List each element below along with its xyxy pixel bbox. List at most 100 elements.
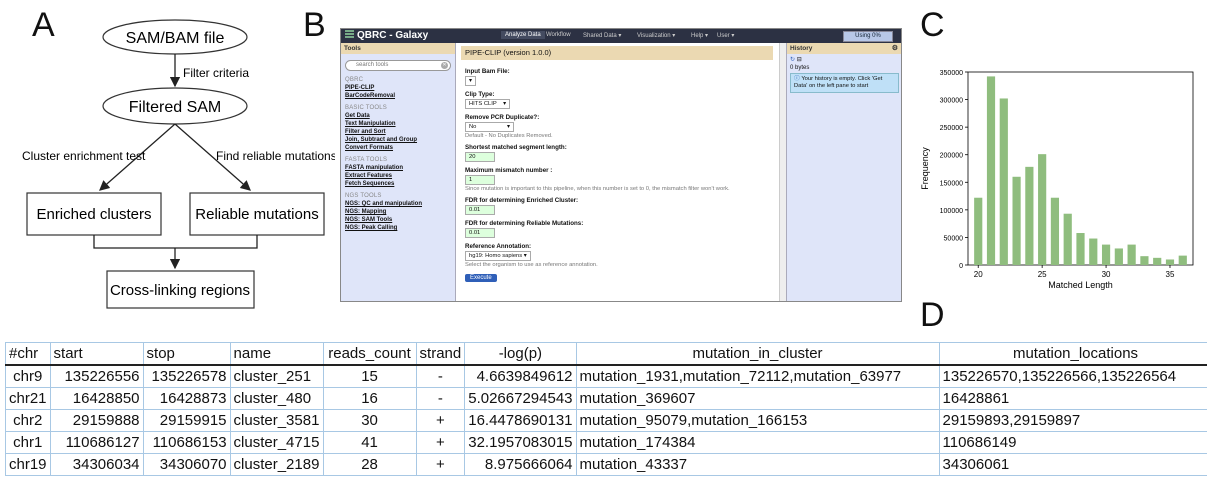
histogram-bar xyxy=(1127,244,1136,265)
table-cell: + xyxy=(415,431,466,454)
nav-workflow[interactable]: Workflow xyxy=(546,32,571,38)
table-cell: mutation_1931,mutation_72112,mutation_63… xyxy=(575,364,940,388)
table-cell: cluster_251 xyxy=(229,364,324,388)
node-reliable: Reliable mutations xyxy=(189,192,325,236)
x-tick-label: 30 xyxy=(1102,270,1111,279)
table-cell: - xyxy=(415,387,466,410)
tool-link[interactable]: Get Data xyxy=(345,112,455,120)
y-tick-label: 150000 xyxy=(940,180,963,187)
tool-link[interactable]: Fetch Sequences xyxy=(345,180,455,188)
table-cell: - xyxy=(415,364,466,388)
table-cell: 5.02667294543 xyxy=(464,387,577,410)
tool-link[interactable]: Text Manipulation xyxy=(345,120,455,128)
tool-form: PIPE-CLIP (version 1.0.0) Input Bam File… xyxy=(461,43,773,301)
input-bam-select[interactable]: ▾ xyxy=(465,76,476,86)
x-tick-label: 35 xyxy=(1166,270,1175,279)
histogram-bar xyxy=(1089,238,1098,265)
node-input: SAM/BAM file xyxy=(102,19,248,55)
tool-link[interactable]: Join, Subtract and Group xyxy=(345,136,455,144)
flowchart: SAM/BAM file Filter criteria Filtered SA… xyxy=(22,19,335,309)
table-cell: 8.975666064 xyxy=(464,453,577,476)
tool-search-input[interactable]: search tools ✕ xyxy=(345,60,451,71)
nav-shared-data[interactable]: Shared Data ▾ xyxy=(583,32,621,39)
histogram-bar xyxy=(1012,176,1021,265)
collapse-icon[interactable]: ⊟ xyxy=(797,57,802,63)
table-cell: 29159893,29159897 xyxy=(938,409,1207,432)
node-filtered-label: Filtered SAM xyxy=(129,99,221,116)
node-enriched: Enriched clusters xyxy=(26,192,162,236)
column-header: reads_count xyxy=(322,342,417,366)
scrollbar[interactable] xyxy=(779,43,786,301)
segment-length-input[interactable]: 20 xyxy=(465,152,495,162)
tool-title: PIPE-CLIP (version 1.0.0) xyxy=(461,46,773,60)
galaxy-masthead: QBRC - Galaxy Analyze Data Workflow Shar… xyxy=(341,29,901,43)
galaxy-logo-icon xyxy=(345,30,354,39)
mismatch-label: Maximum mismatch number : xyxy=(465,167,553,174)
table-cell: 110686153 xyxy=(142,431,231,454)
fdr-mutation-input[interactable]: 0.01 xyxy=(465,228,495,238)
nav-analyze-data[interactable]: Analyze Data xyxy=(501,31,545,39)
table-cell: 29159915 xyxy=(142,409,231,432)
y-tick-label: 0 xyxy=(959,263,963,270)
panel-label-c: C xyxy=(920,6,945,44)
tool-link[interactable]: Filter and Sort xyxy=(345,128,455,136)
execute-button[interactable]: Execute xyxy=(465,274,497,282)
nav-visualization[interactable]: Visualization ▾ xyxy=(637,32,675,39)
history-panel: History ⚙ ↻ ⊟ 0 bytes ⓘ Your history is e… xyxy=(786,43,901,301)
galaxy-logo[interactable]: QBRC - Galaxy xyxy=(345,30,428,41)
tool-link[interactable]: FASTA manipulation xyxy=(345,164,455,172)
table-cell: chr19 xyxy=(5,453,51,476)
tool-link[interactable]: Extract Features xyxy=(345,172,455,180)
history-empty-message: ⓘ Your history is empty. Click 'Get Data… xyxy=(790,73,899,93)
table-cell: cluster_2189 xyxy=(229,453,324,476)
nav-help[interactable]: Help ▾ xyxy=(691,32,708,39)
table-cell: chr1 xyxy=(5,431,51,454)
results-table: #chr start stop name reads_count strand -log(p… xyxy=(5,342,1207,476)
column-header: #chr xyxy=(5,342,51,366)
table-cell: 32.1957083015 xyxy=(464,431,577,454)
panel-label-d: D xyxy=(920,296,945,334)
x-tick-label: 25 xyxy=(1038,270,1047,279)
table-cell: 34306061 xyxy=(938,453,1207,476)
usage-meter: Using 0% xyxy=(843,31,893,42)
refresh-icon[interactable]: ↻ xyxy=(790,57,795,63)
reference-select[interactable]: hg19: Homo sapiens ▾ xyxy=(465,251,531,261)
segment-length-label: Shortest matched segment length: xyxy=(465,144,567,151)
table-row: chr2 29159888 29159915 cluster_3581 30 +16.44… xyxy=(5,409,1207,432)
mismatch-input[interactable]: 1 xyxy=(465,175,495,185)
tool-section-title: NGS TOOLS xyxy=(345,193,382,199)
table-cell: mutation_43337 xyxy=(575,453,940,476)
y-tick-label: 250000 xyxy=(940,125,963,132)
fdr-mutation-label: FDR for determining Reliable Mutations: xyxy=(465,220,584,227)
fdr-cluster-label: FDR for determining Enriched Cluster: xyxy=(465,197,579,204)
pcr-duplicate-label: Remove PCR Duplicate?: xyxy=(465,114,540,121)
tool-link[interactable]: NGS: Mapping xyxy=(345,208,455,216)
gear-icon[interactable]: ⚙ xyxy=(892,43,898,54)
column-header: start xyxy=(49,342,144,366)
table-row: chr19 34306034 34306070 cluster_2189 28 +8.97… xyxy=(5,453,1207,476)
tool-link[interactable]: NGS: Peak Calling xyxy=(345,224,455,232)
clip-type-select[interactable]: HITS CLIP ▾ xyxy=(465,99,510,109)
tool-link[interactable]: PIPE-CLIP xyxy=(345,84,455,92)
histogram-bar xyxy=(1025,166,1034,265)
histogram-bar xyxy=(1101,244,1111,265)
nav-user[interactable]: User ▾ xyxy=(717,32,734,39)
tool-link[interactable]: BarCodeRemoval xyxy=(345,92,455,100)
column-header: strand xyxy=(415,342,466,366)
reference-help: Select the organism to use as reference … xyxy=(465,262,598,268)
tool-link[interactable]: Convert Formats xyxy=(345,144,455,152)
histogram-bar xyxy=(1050,197,1060,265)
history-size: 0 bytes xyxy=(790,65,810,71)
tool-link[interactable]: NGS: SAM Tools xyxy=(345,216,455,224)
table-cell: 41 xyxy=(322,431,417,454)
fdr-cluster-input[interactable]: 0.01 xyxy=(465,205,495,215)
table-cell: 29159888 xyxy=(49,409,144,432)
table-cell: 15 xyxy=(322,364,417,388)
histogram-bar xyxy=(1165,259,1175,265)
y-tick-label: 100000 xyxy=(940,208,963,215)
pcr-duplicate-select[interactable]: No ▾ xyxy=(465,122,514,132)
pcr-duplicate-help: Default - No Duplicates Removed. xyxy=(465,133,553,139)
node-output: Cross-linking regions xyxy=(106,270,255,309)
tool-link[interactable]: NGS: QC and manipulation xyxy=(345,200,455,208)
clear-search-icon[interactable]: ✕ xyxy=(441,62,448,69)
